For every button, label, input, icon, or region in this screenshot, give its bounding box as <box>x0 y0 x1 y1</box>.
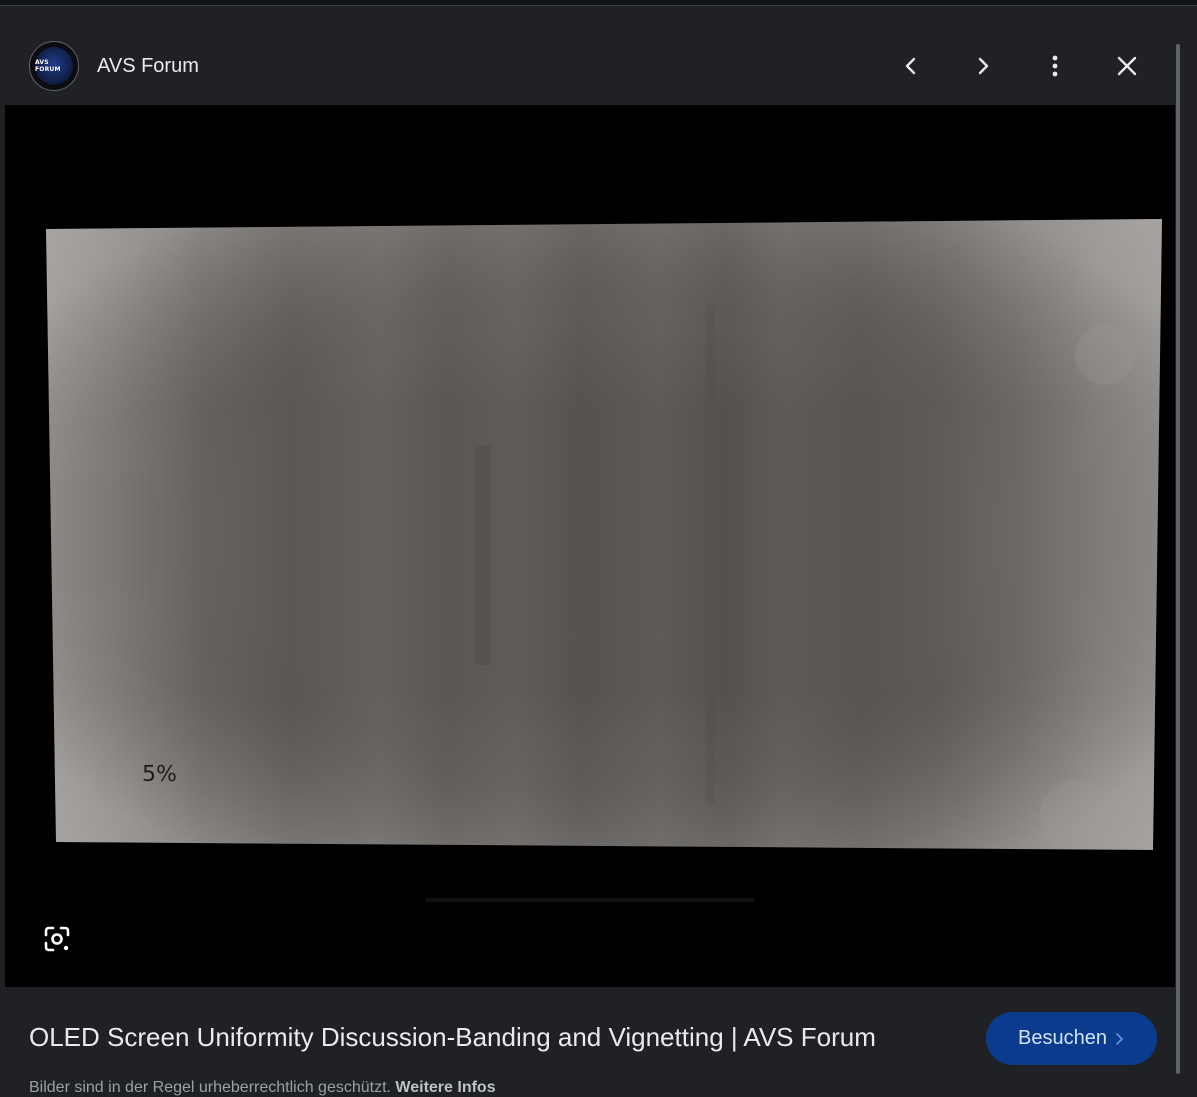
browser-top-strip <box>0 0 1197 6</box>
scrollbar[interactable] <box>1175 44 1181 1074</box>
scrollbar-thumb[interactable] <box>1176 44 1180 1074</box>
more-info-link[interactable]: Weitere Infos <box>395 1079 495 1096</box>
close-button[interactable] <box>1105 44 1149 88</box>
next-button[interactable] <box>961 44 1005 88</box>
chevron-left-icon <box>905 57 916 75</box>
lens-search-icon <box>44 926 70 952</box>
close-icon <box>1117 56 1137 76</box>
copyright-text: Bilder sind in der Regel urheberrechtlic… <box>29 1079 391 1096</box>
more-vert-icon <box>1052 55 1058 77</box>
image-overlay-text: 5% <box>141 761 177 788</box>
visit-button-label: Besuchen <box>1018 1027 1107 1049</box>
preview-image <box>5 105 1175 987</box>
visit-button[interactable]: Besuchen <box>986 1012 1157 1065</box>
image-preview-panel: AVS FORUM AVS Forum 5% OLED Screen Unifo… <box>4 26 1181 1096</box>
site-name[interactable]: AVS Forum <box>97 54 199 78</box>
preview-header: AVS FORUM AVS Forum <box>4 26 1181 106</box>
avatar-logo-text: AVS FORUM <box>35 59 61 73</box>
chevron-right-icon <box>1116 1032 1123 1045</box>
lens-search-button[interactable] <box>35 917 79 961</box>
copyright-notice: Bilder sind in der Regel urheberrechtlic… <box>29 1079 496 1097</box>
chevron-right-icon <box>978 57 989 75</box>
avs-forum-logo: AVS FORUM <box>35 47 73 85</box>
previous-button[interactable] <box>889 44 933 88</box>
more-options-button[interactable] <box>1033 44 1077 88</box>
image-title-link[interactable]: OLED Screen Uniformity Discussion-Bandin… <box>29 1022 876 1052</box>
image-viewer[interactable]: 5% <box>5 105 1175 987</box>
site-avatar[interactable]: AVS FORUM <box>29 41 79 91</box>
